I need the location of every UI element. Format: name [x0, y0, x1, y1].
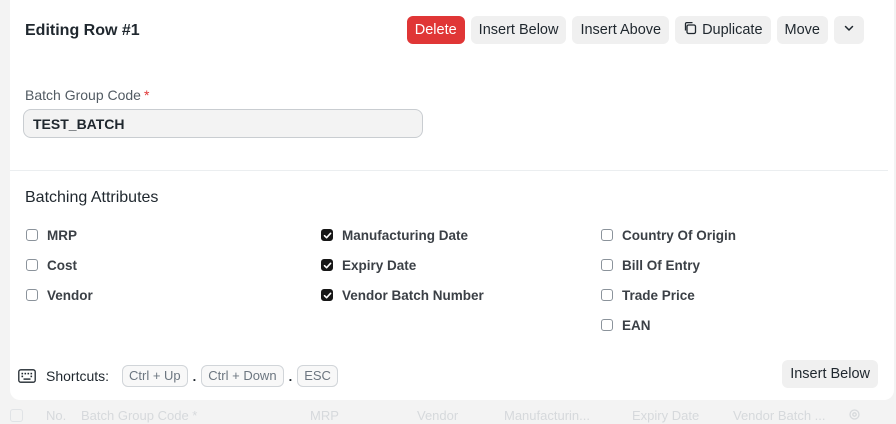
row-title: Editing Row #1: [25, 22, 140, 39]
checkbox-mrp[interactable]: MRP: [26, 220, 93, 250]
duplicate-button[interactable]: Duplicate: [675, 16, 771, 44]
shortcut-key-esc: ESC: [297, 365, 338, 387]
checkbox-label: EAN: [622, 317, 651, 333]
checkbox-box[interactable]: [26, 259, 38, 271]
checkbox-box[interactable]: [601, 289, 613, 301]
grid-col-no: No.: [46, 408, 67, 423]
row-editor-footer: Shortcuts: Ctrl + Up . Ctrl + Down . ESC…: [18, 360, 886, 390]
checkbox-box[interactable]: [601, 319, 613, 331]
checkbox-label: Cost: [47, 257, 77, 273]
shortcut-separator: .: [288, 368, 293, 384]
checkbox-label: Manufacturing Date: [342, 227, 469, 243]
checkbox-box[interactable]: [321, 289, 333, 301]
section-divider: [10, 170, 888, 171]
footer-insert-below-button[interactable]: Insert Below: [782, 360, 878, 388]
grid-header-row: No. Batch Group Code * MRP Vendor Manufa…: [0, 402, 896, 423]
insert-below-button[interactable]: Insert Below: [470, 16, 567, 44]
checkbox-cost[interactable]: Cost: [26, 250, 93, 280]
checkbox-box[interactable]: [26, 229, 38, 241]
row-editor-panel: Editing Row #1 Delete Insert Below Inser…: [10, 0, 894, 400]
more-actions-button[interactable]: [834, 16, 864, 44]
checkbox-vendor[interactable]: Vendor: [26, 280, 93, 310]
grid-col-expiry: Expiry Date: [632, 408, 700, 423]
grid-col-vendor-batch: Vendor Batch ...: [733, 408, 826, 423]
duplicate-label: Duplicate: [702, 22, 763, 38]
shortcut-key-ctrl-down: Ctrl + Down: [201, 365, 284, 387]
checkbox-box[interactable]: [26, 289, 38, 301]
checkbox-bill-of-entry[interactable]: Bill Of Entry: [601, 250, 736, 280]
check-icon: [323, 232, 331, 238]
check-icon: [323, 262, 331, 268]
checkbox-country-of-origin[interactable]: Country Of Origin: [601, 220, 736, 250]
checkbox-manufacturing-date[interactable]: Manufacturing Date: [321, 220, 484, 250]
checkbox-trade-price[interactable]: Trade Price: [601, 280, 736, 310]
shortcut-key-ctrl-up: Ctrl + Up: [122, 365, 188, 387]
batch-group-code-label-text: Batch Group Code: [25, 87, 141, 103]
row-editor-header: Editing Row #1 Delete Insert Below Inser…: [25, 16, 880, 46]
attributes-column-1: MRP Cost Vendor: [26, 220, 93, 310]
chevron-down-icon: [843, 22, 855, 38]
check-icon: [323, 292, 331, 298]
checkbox-box[interactable]: [321, 259, 333, 271]
batch-group-code-input[interactable]: [23, 109, 423, 138]
keyboard-icon: [18, 368, 36, 389]
checkbox-vendor-batch-number[interactable]: Vendor Batch Number: [321, 280, 484, 310]
delete-button[interactable]: Delete: [406, 16, 465, 44]
checkbox-label: MRP: [47, 227, 77, 243]
checkbox-ean[interactable]: EAN: [601, 310, 736, 340]
grid-col-vendor: Vendor: [417, 408, 459, 423]
checkbox-label: Trade Price: [622, 287, 695, 303]
grid-col-batch-group-code: Batch Group Code *: [81, 408, 198, 423]
move-button[interactable]: Move: [776, 16, 828, 44]
grid-col-manufacturing: Manufacturin...: [504, 408, 590, 423]
batch-group-code-label: Batch Group Code *: [25, 87, 149, 103]
shortcut-separator: .: [192, 368, 197, 384]
insert-above-button[interactable]: Insert Above: [572, 16, 670, 44]
batching-attributes-title: Batching Attributes: [25, 189, 159, 206]
checkbox-label: Bill Of Entry: [622, 257, 701, 273]
row-actions: Delete Insert Below Insert Above Duplica…: [406, 16, 864, 44]
checkbox-box[interactable]: [601, 259, 613, 271]
required-marker: *: [143, 87, 150, 103]
checkbox-label: Vendor: [47, 287, 93, 303]
checkbox-expiry-date[interactable]: Expiry Date: [321, 250, 484, 280]
attributes-column-3: Country Of Origin Bill Of Entry Trade Pr…: [601, 220, 736, 340]
grid-select-all-checkbox[interactable]: [10, 409, 23, 422]
checkbox-label: Country Of Origin: [622, 227, 736, 243]
checkbox-box[interactable]: [321, 229, 333, 241]
grid-col-mrp: MRP: [310, 408, 339, 423]
shortcut-keys: Ctrl + Up . Ctrl + Down . ESC: [122, 365, 338, 387]
checkbox-label: Vendor Batch Number: [342, 287, 484, 303]
shortcuts-label: Shortcuts:: [46, 368, 110, 384]
attributes-column-2: Manufacturing Date Expiry Date Vendor Ba…: [321, 220, 484, 310]
checkbox-box[interactable]: [601, 229, 613, 241]
duplicate-icon: [683, 21, 697, 39]
checkbox-label: Expiry Date: [342, 257, 417, 273]
